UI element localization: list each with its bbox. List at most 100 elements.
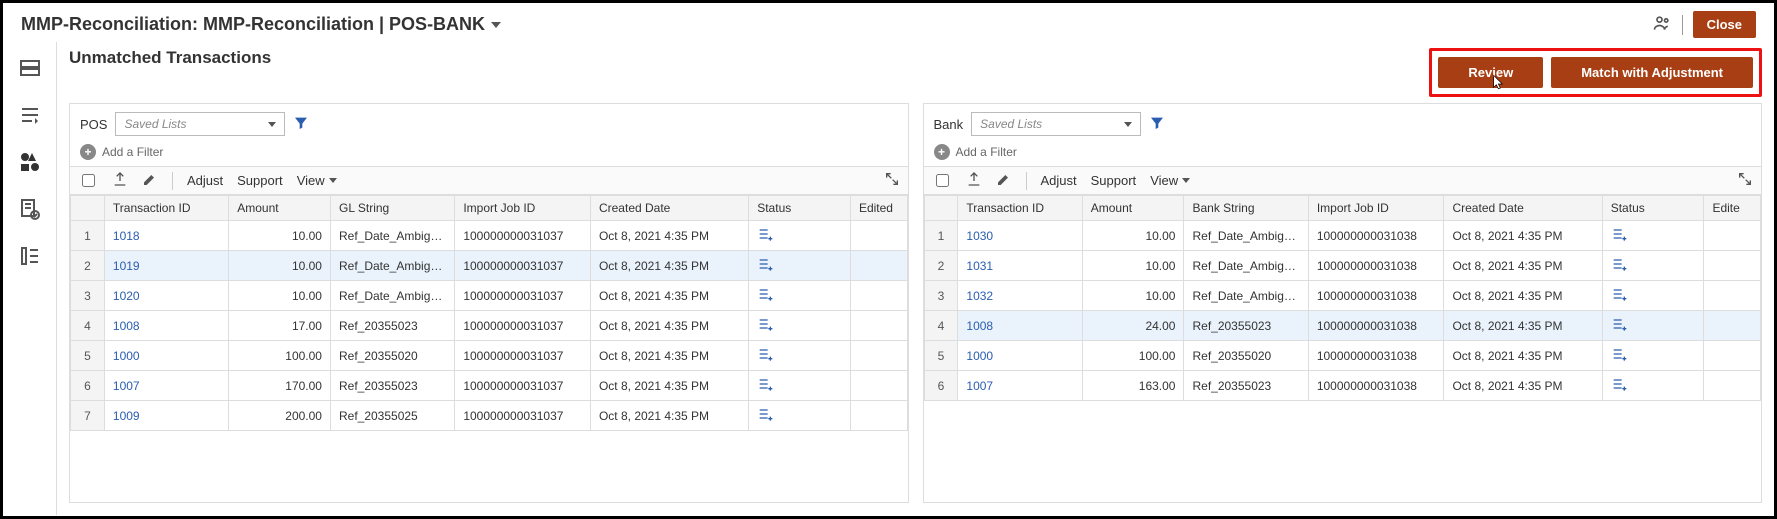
rail-doc-check-icon[interactable] bbox=[18, 197, 42, 224]
cell-created: Oct 8, 2021 4:35 PM bbox=[590, 371, 748, 401]
pos-adjust-button[interactable]: Adjust bbox=[187, 173, 223, 188]
transaction-link[interactable]: 1020 bbox=[113, 289, 140, 303]
transaction-link[interactable]: 1008 bbox=[966, 319, 993, 333]
pos-add-filter[interactable]: + Add a Filter bbox=[80, 144, 898, 160]
table-row[interactable]: 3102010.00Ref_Date_Ambiguou1000000000310… bbox=[71, 281, 908, 311]
cell-string: Ref_Date_Ambiguou bbox=[1184, 281, 1308, 311]
page-title-dropdown[interactable]: MMP-Reconciliation: MMP-Reconciliation |… bbox=[21, 14, 501, 35]
transaction-link[interactable]: 1000 bbox=[113, 349, 140, 363]
col-bank[interactable]: Bank String bbox=[1184, 196, 1308, 221]
status-icon[interactable] bbox=[1611, 376, 1627, 392]
edit-icon[interactable] bbox=[996, 171, 1012, 190]
expand-icon[interactable] bbox=[884, 171, 900, 190]
row-number: 1 bbox=[71, 221, 105, 251]
pos-view-dropdown[interactable]: View bbox=[297, 173, 337, 188]
status-icon[interactable] bbox=[757, 256, 773, 272]
col-job[interactable]: Import Job ID bbox=[1308, 196, 1444, 221]
filter-icon[interactable] bbox=[293, 115, 309, 134]
people-icon[interactable] bbox=[1652, 13, 1672, 36]
status-icon[interactable] bbox=[1611, 226, 1627, 242]
row-number: 7 bbox=[71, 401, 105, 431]
transaction-link[interactable]: 1019 bbox=[113, 259, 140, 273]
col-gl[interactable]: GL String bbox=[330, 196, 454, 221]
col-amount[interactable]: Amount bbox=[1082, 196, 1184, 221]
status-icon[interactable] bbox=[1611, 286, 1627, 302]
table-row[interactable]: 51000100.00Ref_20355020100000000031038Oc… bbox=[924, 341, 1761, 371]
match-with-adjustment-button[interactable]: Match with Adjustment bbox=[1551, 57, 1753, 88]
export-icon[interactable] bbox=[112, 171, 128, 190]
caret-down-icon bbox=[329, 178, 337, 183]
filter-icon[interactable] bbox=[1149, 115, 1165, 134]
status-icon[interactable] bbox=[757, 286, 773, 302]
export-icon[interactable] bbox=[966, 171, 982, 190]
transaction-link[interactable]: 1008 bbox=[113, 319, 140, 333]
cell-edited bbox=[1704, 221, 1761, 251]
table-row[interactable]: 2101910.00Ref_Date_Ambiguou1000000000310… bbox=[71, 251, 908, 281]
transaction-link[interactable]: 1030 bbox=[966, 229, 993, 243]
table-row[interactable]: 61007163.00Ref_20355023100000000031038Oc… bbox=[924, 371, 1761, 401]
cell-amount: 17.00 bbox=[229, 311, 331, 341]
bank-label: Bank bbox=[934, 117, 964, 132]
cell-status bbox=[749, 311, 851, 341]
table-row[interactable]: 3103210.00Ref_Date_Ambiguou1000000000310… bbox=[924, 281, 1761, 311]
rail-list-icon[interactable] bbox=[18, 244, 42, 271]
pos-select-all-checkbox[interactable] bbox=[82, 174, 95, 187]
cell-edited bbox=[850, 341, 907, 371]
transaction-link[interactable]: 1031 bbox=[966, 259, 993, 273]
table-row[interactable]: 4100817.00Ref_20355023100000000031037Oct… bbox=[71, 311, 908, 341]
col-rownum bbox=[924, 196, 958, 221]
status-icon[interactable] bbox=[1611, 256, 1627, 272]
bank-support-button[interactable]: Support bbox=[1091, 173, 1137, 188]
transaction-link[interactable]: 1000 bbox=[966, 349, 993, 363]
col-amount[interactable]: Amount bbox=[229, 196, 331, 221]
transaction-link[interactable]: 1032 bbox=[966, 289, 993, 303]
bank-view-dropdown[interactable]: View bbox=[1150, 173, 1190, 188]
col-created[interactable]: Created Date bbox=[1444, 196, 1602, 221]
close-button[interactable]: Close bbox=[1693, 11, 1756, 38]
edit-icon[interactable] bbox=[142, 171, 158, 190]
action-buttons-highlight: Review Match with Adjustment bbox=[1429, 48, 1762, 97]
table-row[interactable]: 1101810.00Ref_Date_Ambiguou1000000000310… bbox=[71, 221, 908, 251]
table-row[interactable]: 71009200.00Ref_20355025100000000031037Oc… bbox=[71, 401, 908, 431]
bank-saved-lists-dropdown[interactable]: Saved Lists bbox=[971, 112, 1141, 136]
expand-icon[interactable] bbox=[1737, 171, 1753, 190]
transaction-link[interactable]: 1009 bbox=[113, 409, 140, 423]
transaction-link[interactable]: 1018 bbox=[113, 229, 140, 243]
status-icon[interactable] bbox=[757, 346, 773, 362]
pos-saved-lists-dropdown[interactable]: Saved Lists bbox=[115, 112, 285, 136]
status-icon[interactable] bbox=[757, 226, 773, 242]
col-job[interactable]: Import Job ID bbox=[455, 196, 591, 221]
table-row[interactable]: 51000100.00Ref_20355020100000000031037Oc… bbox=[71, 341, 908, 371]
table-row[interactable]: 1103010.00Ref_Date_Ambiguou1000000000310… bbox=[924, 221, 1761, 251]
status-icon[interactable] bbox=[1611, 346, 1627, 362]
col-edited[interactable]: Edited bbox=[850, 196, 907, 221]
table-row[interactable]: 4100824.00Ref_20355023100000000031038Oct… bbox=[924, 311, 1761, 341]
status-icon[interactable] bbox=[757, 376, 773, 392]
col-created[interactable]: Created Date bbox=[590, 196, 748, 221]
bank-select-all-checkbox[interactable] bbox=[936, 174, 949, 187]
transaction-link[interactable]: 1007 bbox=[113, 379, 140, 393]
col-status[interactable]: Status bbox=[1602, 196, 1704, 221]
cell-string: Ref_Date_Ambiguou bbox=[330, 281, 454, 311]
col-edited[interactable]: Edite bbox=[1704, 196, 1761, 221]
row-number: 2 bbox=[924, 251, 958, 281]
status-icon[interactable] bbox=[1611, 316, 1627, 332]
transaction-link[interactable]: 1007 bbox=[966, 379, 993, 393]
table-row[interactable]: 2103110.00Ref_Date_Ambiguou1000000000310… bbox=[924, 251, 1761, 281]
col-tid[interactable]: Transaction ID bbox=[104, 196, 228, 221]
rail-flash-icon[interactable] bbox=[18, 103, 42, 130]
col-status[interactable]: Status bbox=[749, 196, 851, 221]
status-icon[interactable] bbox=[757, 406, 773, 422]
cell-status bbox=[1602, 371, 1704, 401]
rail-shapes-icon[interactable] bbox=[18, 150, 42, 177]
row-number: 6 bbox=[924, 371, 958, 401]
bank-adjust-button[interactable]: Adjust bbox=[1041, 173, 1077, 188]
cell-string: Ref_Date_Ambiguou bbox=[1184, 221, 1308, 251]
table-row[interactable]: 61007170.00Ref_20355023100000000031037Oc… bbox=[71, 371, 908, 401]
bank-add-filter[interactable]: + Add a Filter bbox=[934, 144, 1752, 160]
col-tid[interactable]: Transaction ID bbox=[958, 196, 1082, 221]
rail-overview-icon[interactable] bbox=[18, 56, 42, 83]
review-button[interactable]: Review bbox=[1438, 57, 1543, 88]
pos-support-button[interactable]: Support bbox=[237, 173, 283, 188]
status-icon[interactable] bbox=[757, 316, 773, 332]
